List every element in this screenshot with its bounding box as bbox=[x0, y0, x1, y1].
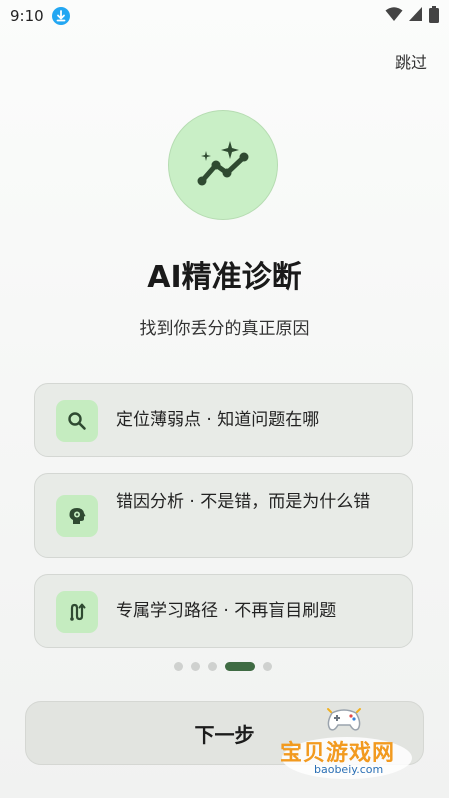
battery-icon bbox=[429, 5, 439, 27]
page-dot bbox=[191, 661, 200, 671]
page-dot bbox=[263, 661, 272, 671]
page-dot-active bbox=[225, 661, 255, 671]
route-icon bbox=[56, 591, 98, 633]
search-icon bbox=[56, 400, 98, 442]
skip-button[interactable]: 跳过 bbox=[395, 49, 427, 73]
hero-icon-circle bbox=[168, 110, 278, 220]
page-dot bbox=[174, 661, 183, 671]
page-subtitle: 找到你丢分的真正原因 bbox=[139, 319, 310, 339]
wifi-icon bbox=[385, 6, 403, 26]
watermark: 宝贝游戏网 baobeiy.com bbox=[272, 703, 422, 781]
head-gear-icon bbox=[56, 495, 98, 537]
download-icon bbox=[52, 7, 70, 25]
watermark-url: baobeiy.com bbox=[314, 763, 384, 776]
feature-text: 专属学习路径 · 不再盲目刷题 bbox=[116, 601, 337, 621]
feature-text: 定位薄弱点 · 知道问题在哪 bbox=[116, 410, 320, 430]
feature-card-error-analysis: 错因分析 · 不是错，而是为什么错 bbox=[34, 473, 413, 558]
page-indicator bbox=[174, 660, 272, 672]
page-title: AI精准诊断 bbox=[147, 260, 302, 295]
feature-card-learning-path: 专属学习路径 · 不再盲目刷题 bbox=[34, 574, 413, 648]
gamepad-icon bbox=[327, 708, 361, 731]
feature-card-locate: 定位薄弱点 · 知道问题在哪 bbox=[34, 383, 413, 457]
sparkle-trend-icon bbox=[197, 141, 249, 186]
feature-text: 错因分析 · 不是错，而是为什么错 bbox=[116, 492, 371, 512]
signal-icon bbox=[409, 6, 423, 26]
next-button-label: 下一步 bbox=[194, 722, 255, 747]
status-bar: 9:10 bbox=[0, 0, 449, 32]
status-time: 9:10 bbox=[10, 7, 44, 25]
page-dot bbox=[208, 661, 217, 671]
